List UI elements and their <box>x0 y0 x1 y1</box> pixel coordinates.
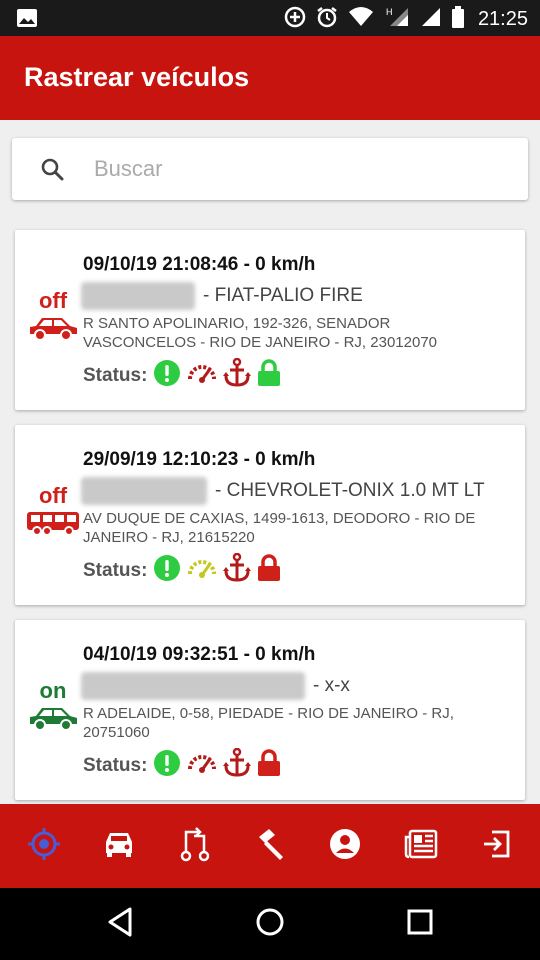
battery-icon <box>451 6 464 33</box>
wifi-icon <box>348 6 374 33</box>
speedometer-icon <box>187 359 217 392</box>
add-circle-icon <box>284 6 306 33</box>
account-icon <box>329 828 361 865</box>
vehicles-icon <box>103 830 135 863</box>
home-icon[interactable] <box>255 906 285 943</box>
recents-icon[interactable] <box>406 906 434 943</box>
last-report-header: 04/10/19 09:32:51 - 0 km/h <box>83 644 316 665</box>
lock-icon <box>257 749 281 782</box>
vehicle-address: R SANTO APOLINARIO, 192-326, SENADOR VAS… <box>83 315 438 351</box>
bottom-navigation <box>0 804 540 888</box>
status-label: Status: <box>83 364 148 386</box>
svg-text:H: H <box>386 7 393 17</box>
logout-icon <box>480 828 512 865</box>
status-label: Status: <box>83 754 148 776</box>
clock-time: 21:25 <box>477 8 528 30</box>
back-icon[interactable] <box>106 906 134 943</box>
nav-route[interactable] <box>165 816 225 876</box>
ignition-badge: on <box>23 678 83 737</box>
route-icon <box>180 826 210 867</box>
car-icon <box>26 708 80 736</box>
search-input[interactable] <box>92 138 512 200</box>
vehicle-model: - x-x <box>313 675 350 696</box>
anchor-icon <box>223 357 252 393</box>
vehicle-address: R ADELAIDE, 0-58, PIEDADE - RIO DE JANEI… <box>83 705 454 741</box>
license-plate-redacted <box>81 282 195 310</box>
license-plate-redacted <box>81 477 207 505</box>
page-title: Rastrear veículos <box>24 62 250 92</box>
ignition-state: on <box>39 678 67 703</box>
lock-icon <box>257 554 281 587</box>
nav-track[interactable] <box>14 816 74 876</box>
bus-icon <box>25 512 81 541</box>
vehicle-model: - CHEVROLET-ONIX 1.0 MT LT <box>215 480 485 501</box>
alarm-icon <box>316 6 338 33</box>
vehicle-card[interactable]: off 09/10/19 21:08:46 - 0 km/h - FIAT-PA… <box>15 230 525 410</box>
last-report-header: 29/09/19 12:10:23 - 0 km/h <box>83 449 316 470</box>
vehicle-card[interactable]: off 29/09/19 12:10:23 - 0 km/h - CHEVROL… <box>15 425 525 605</box>
signal-icon <box>420 6 442 33</box>
track-icon <box>27 827 61 866</box>
ignition-badge: off <box>23 483 83 542</box>
speedometer-icon <box>187 749 217 782</box>
status-bar: H 21:25 <box>0 0 540 36</box>
image-icon <box>16 8 38 33</box>
license-plate-redacted <box>81 672 305 700</box>
search-icon <box>40 157 64 186</box>
vehicle-list-content[interactable]: off 09/10/19 21:08:46 - 0 km/h - FIAT-PA… <box>0 120 540 804</box>
nav-account[interactable] <box>315 816 375 876</box>
search-bar[interactable] <box>12 138 528 200</box>
signal-h-icon: H <box>384 6 410 33</box>
status-label: Status: <box>83 559 148 581</box>
vehicle-card[interactable]: on 04/10/19 09:32:51 - 0 km/h - x-x R AD… <box>15 620 525 800</box>
nav-news[interactable] <box>391 816 451 876</box>
alert-icon <box>153 554 181 587</box>
ignition-state: off <box>38 288 68 313</box>
car-icon <box>26 318 80 346</box>
nav-logout[interactable] <box>466 816 526 876</box>
vehicle-address: AV DUQUE DE CAXIAS, 1499-1613, DEODORO -… <box>83 510 476 546</box>
status-row: Status: <box>83 747 287 783</box>
status-row: Status: <box>83 357 287 393</box>
speedometer-icon <box>187 554 217 587</box>
last-report-header: 09/10/19 21:08:46 - 0 km/h <box>83 254 316 275</box>
alert-icon <box>153 359 181 392</box>
ignition-badge: off <box>23 288 83 347</box>
system-navigation-bar <box>0 888 540 960</box>
anchor-icon <box>223 747 252 783</box>
ignition-state: off <box>38 483 68 508</box>
lock-icon <box>257 359 281 392</box>
anchor-icon <box>223 552 252 588</box>
nav-tools[interactable] <box>240 816 300 876</box>
tools-icon <box>253 827 287 866</box>
vehicle-model: - FIAT-PALIO FIRE <box>203 285 363 306</box>
alert-icon <box>153 749 181 782</box>
news-icon <box>404 829 438 864</box>
app-bar: Rastrear veículos <box>0 36 540 120</box>
status-row: Status: <box>83 552 287 588</box>
nav-vehicles[interactable] <box>89 816 149 876</box>
